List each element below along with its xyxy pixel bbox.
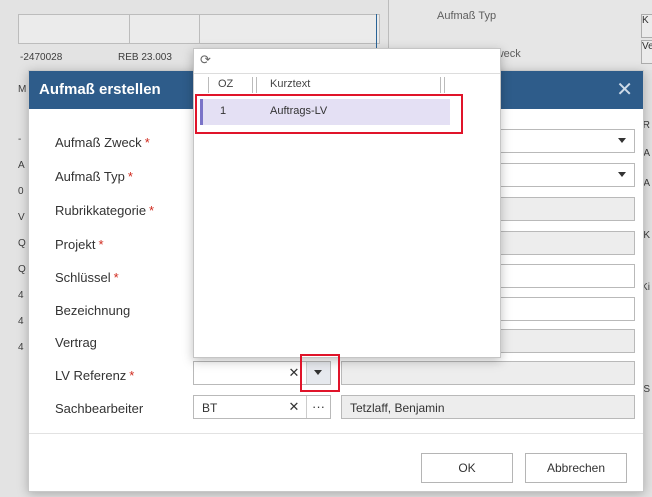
required-marker: * [149,203,155,218]
column-separator[interactable] [252,77,253,93]
row-oz: 1 [220,105,227,117]
required-marker: * [98,237,104,252]
label-text: Aufmaß Typ [55,169,125,184]
clear-icon[interactable]: ✕ [282,396,306,418]
label-text: LV Referenz [55,368,127,383]
close-icon[interactable]: ✕ [616,77,633,102]
footer-divider [29,433,643,434]
column-separator [208,77,209,93]
sachbearbeiter-code: BT [202,401,218,415]
column-separator[interactable] [256,77,257,93]
label-text: Schlüssel [55,270,111,285]
label-text: Sachbearbeiter [55,401,144,416]
chevron-down-icon [314,370,322,375]
lv-referenz-dropdown-button[interactable] [306,362,330,384]
label-text: Projekt [55,237,96,252]
label-text: Rubrikkategorie [55,203,147,218]
field-label-rubrikkategorie: Rubrikkategorie * [55,203,154,218]
lv-referenz-input[interactable]: ✕ [193,361,331,385]
field-label-aufmass-zweck: Aufmaß Zweck * [55,135,150,150]
dialog-title: Aufmaß erstellen [39,81,161,98]
sachbearbeiter-input[interactable]: BT ✕ ··· [193,395,331,419]
popup-grid-header: OZ Kurztext [194,75,500,95]
column-separator[interactable] [444,77,445,93]
lv-referenz-description [341,361,635,385]
column-header-kurztext[interactable]: Kurztext [270,78,310,90]
required-marker: * [127,169,133,184]
field-label-bezeichnung: Bezeichnung [55,303,130,318]
required-marker: * [129,368,135,383]
required-marker: * [144,135,150,150]
list-item[interactable]: 1 Auftrags-LV [200,99,450,125]
ok-button[interactable]: OK [421,453,513,483]
lv-referenz-dropdown-popup: ⟳ OZ Kurztext 1 Auftrags-LV [193,48,501,358]
row-kurztext: Auftrags-LV [270,105,328,117]
field-label-projekt: Projekt * [55,237,104,252]
label-text: Aufmaß Zweck [55,135,142,150]
field-label-lv-referenz: LV Referenz * [55,368,134,383]
cancel-button[interactable]: Abbrechen [525,453,627,483]
sachbearbeiter-name: Tetzlaff, Benjamin [350,401,445,415]
column-header-oz[interactable]: OZ [218,78,233,90]
field-label-aufmass-typ: Aufmaß Typ * [55,169,133,184]
label-text: Vertrag [55,335,97,350]
clear-icon[interactable]: ✕ [282,362,306,384]
sachbearbeiter-name-field: Tetzlaff, Benjamin [341,395,635,419]
popup-toolbar: ⟳ [194,49,500,74]
label-text: Bezeichnung [55,303,131,318]
column-separator[interactable] [440,77,441,93]
field-label-sachbearbeiter: Sachbearbeiter [55,401,143,416]
required-marker: * [113,270,119,285]
selection-indicator [200,99,203,125]
chevron-down-icon[interactable] [618,138,626,143]
field-label-vertrag: Vertrag [55,335,97,350]
chevron-down-icon[interactable] [618,172,626,177]
more-options-icon[interactable]: ··· [306,396,330,418]
refresh-icon[interactable]: ⟳ [200,52,211,68]
field-label-schluessel: Schlüssel * [55,270,119,285]
